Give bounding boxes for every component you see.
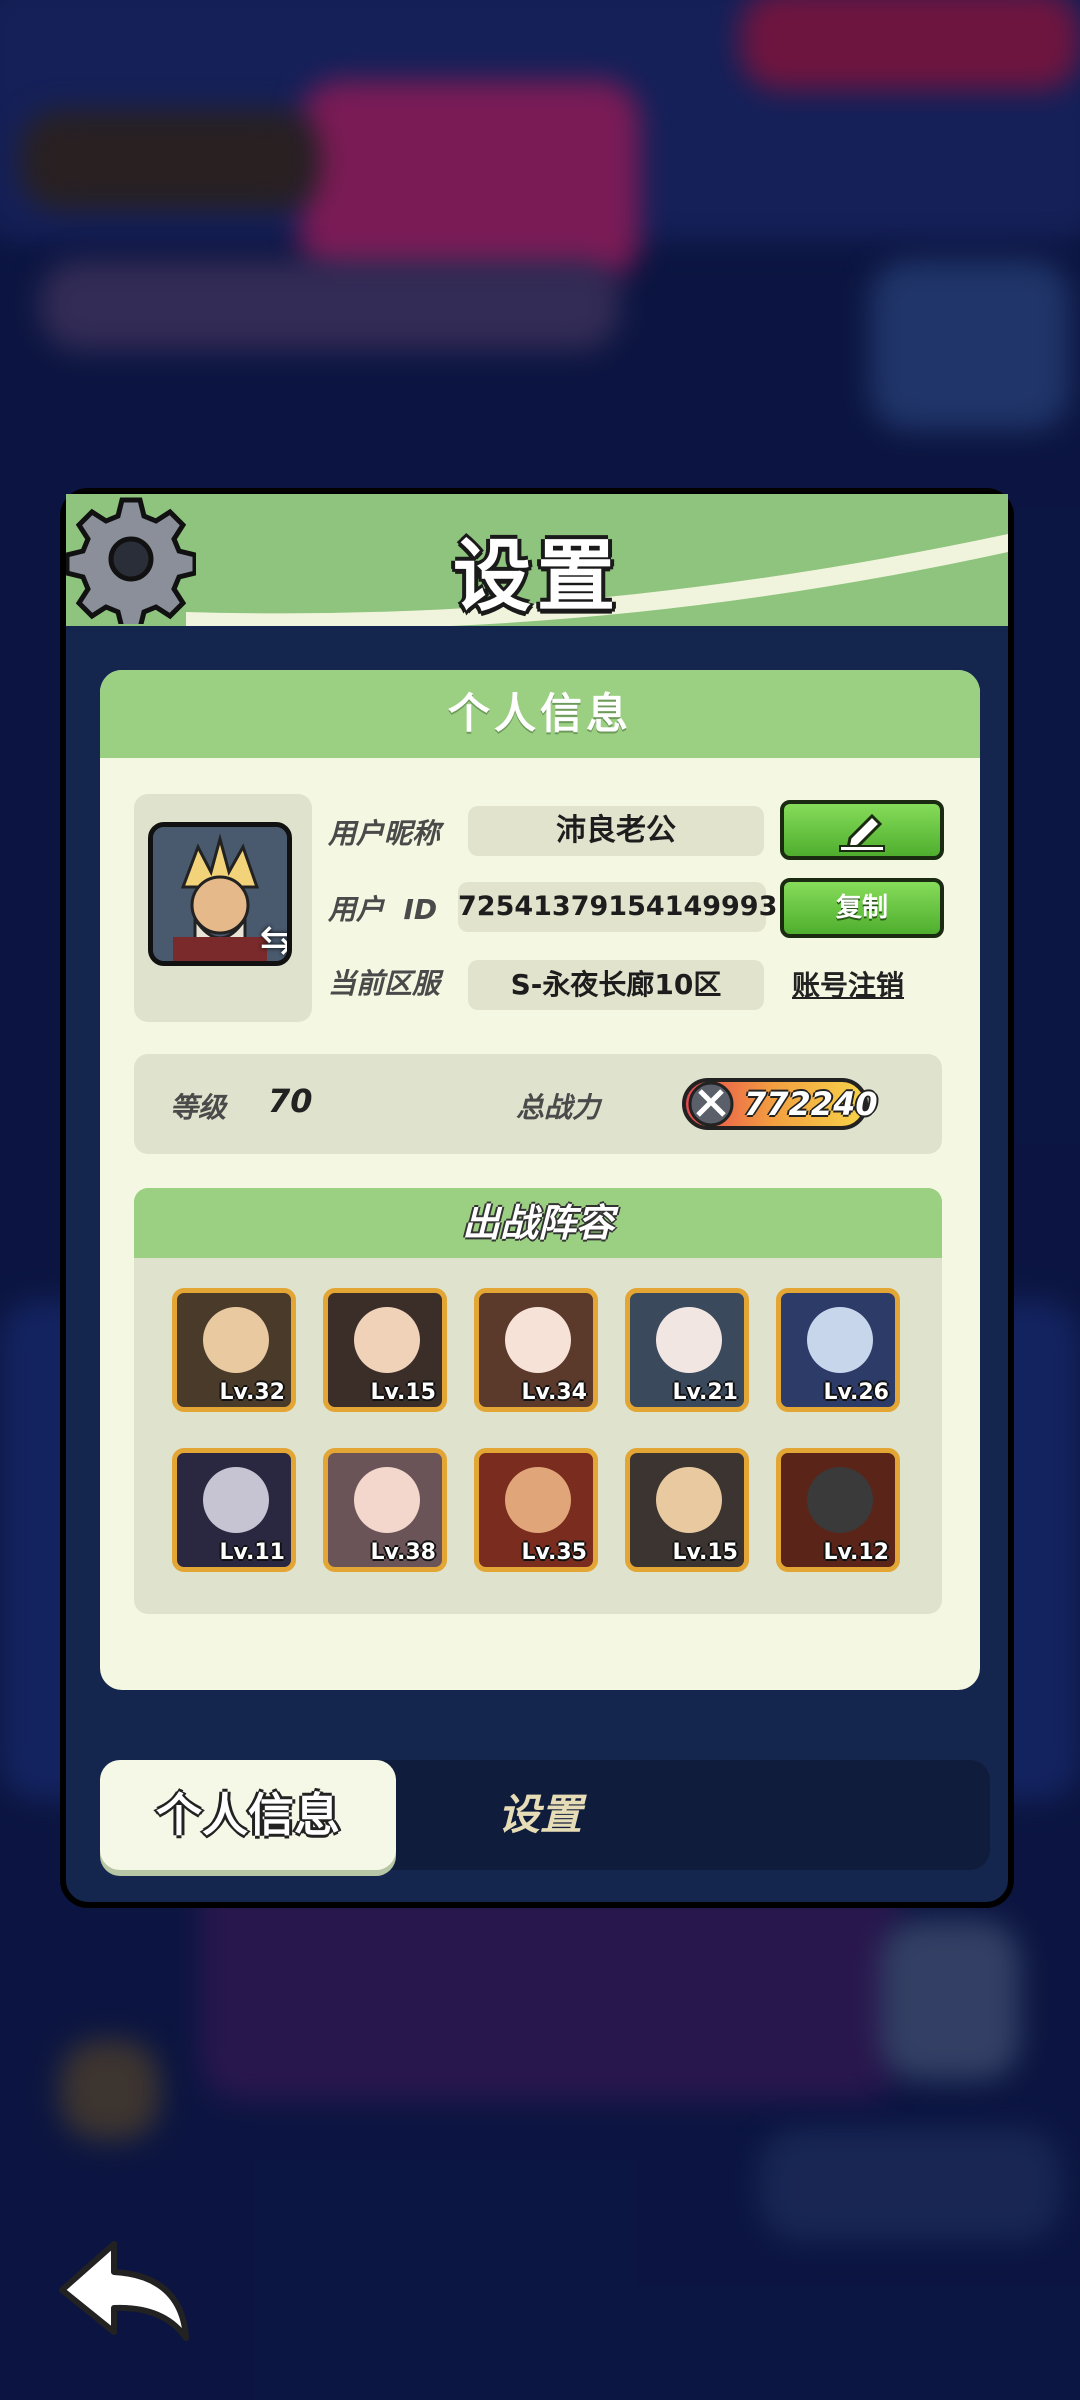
hero-level: Lv.35: [521, 1540, 587, 1565]
hero-card[interactable]: Lv.32: [172, 1288, 296, 1412]
tab-profile[interactable]: 个人信息: [100, 1760, 396, 1870]
delete-account-link[interactable]: 账号注销: [792, 964, 904, 1004]
power-badge: 772240: [682, 1078, 878, 1130]
stats-bar: 等级 70 总战力 772240: [134, 1054, 942, 1154]
panel-title: 个人信息: [100, 670, 980, 758]
copy-uid-button[interactable]: 复制: [780, 878, 944, 938]
hero-level: Lv.21: [672, 1380, 738, 1405]
hero-portrait: [505, 1467, 571, 1533]
server-field: S-永夜长廊10区: [468, 960, 764, 1010]
level-value: 70: [268, 1082, 313, 1120]
hero-level: Lv.11: [219, 1540, 285, 1565]
crossed-swords-icon: [688, 1081, 734, 1127]
tab-settings[interactable]: 设置: [498, 1760, 582, 1870]
uid-label: 用户 ID: [328, 893, 438, 926]
hero-card[interactable]: Lv.15: [323, 1288, 447, 1412]
hero-level: Lv.15: [672, 1540, 738, 1565]
hero-portrait: [203, 1307, 269, 1373]
nickname-label: 用户昵称: [328, 817, 441, 850]
hero-level: Lv.12: [823, 1540, 889, 1565]
modal-header: 设置: [66, 494, 1008, 626]
hero-level: Lv.38: [370, 1540, 436, 1565]
hero-card[interactable]: Lv.21: [625, 1288, 749, 1412]
hero-card[interactable]: Lv.15: [625, 1448, 749, 1572]
hero-card[interactable]: Lv.11: [172, 1448, 296, 1572]
swap-icon[interactable]: ⇆: [259, 917, 287, 961]
power-label: 总战力: [516, 1091, 601, 1124]
power-value: 772240: [744, 1085, 878, 1123]
hero-card[interactable]: Lv.26: [776, 1288, 900, 1412]
edit-nickname-button[interactable]: [780, 800, 944, 860]
lineup-title: 出战阵容: [134, 1188, 942, 1258]
hero-portrait: [656, 1307, 722, 1373]
hero-level: Lv.26: [823, 1380, 889, 1405]
hero-card[interactable]: Lv.35: [474, 1448, 598, 1572]
hero-level: Lv.15: [370, 1380, 436, 1405]
profile-panel: 个人信息 ⇆ 用户昵称 沛良老公 用户 ID 72541379154149993…: [100, 670, 980, 1690]
hero-portrait: [354, 1467, 420, 1533]
level-label: 等级: [170, 1091, 227, 1124]
hero-portrait: [505, 1307, 571, 1373]
hero-card[interactable]: Lv.38: [323, 1448, 447, 1572]
tab-bar: 个人信息 设置: [100, 1760, 990, 1870]
nickname-field: 沛良老公: [468, 806, 764, 856]
lineup-section: 出战阵容 Lv.32 Lv.15 Lv.34 Lv.21 Lv.26 Lv.11 Lv.38…: [134, 1188, 942, 1614]
back-arrow-icon[interactable]: [54, 2236, 204, 2346]
hero-portrait: [656, 1467, 722, 1533]
hero-portrait: [807, 1467, 873, 1533]
uid-field: 72541379154149993: [458, 882, 777, 932]
hero-level: Lv.32: [219, 1380, 285, 1405]
hero-portrait: [807, 1307, 873, 1373]
hero-portrait: [354, 1307, 420, 1373]
hero-card[interactable]: Lv.12: [776, 1448, 900, 1572]
settings-modal: 设置 个人信息 ⇆ 用户昵称 沛良老公 用户 ID 72541379154149…: [60, 488, 1014, 1908]
hero-level: Lv.34: [521, 1380, 587, 1405]
modal-title: 设置: [452, 532, 621, 622]
avatar[interactable]: ⇆: [148, 822, 292, 966]
avatar-card: ⇆: [134, 794, 312, 1022]
server-label: 当前区服: [328, 967, 441, 1000]
hero-card[interactable]: Lv.34: [474, 1288, 598, 1412]
pencil-icon: [839, 813, 885, 852]
hero-portrait: [203, 1467, 269, 1533]
